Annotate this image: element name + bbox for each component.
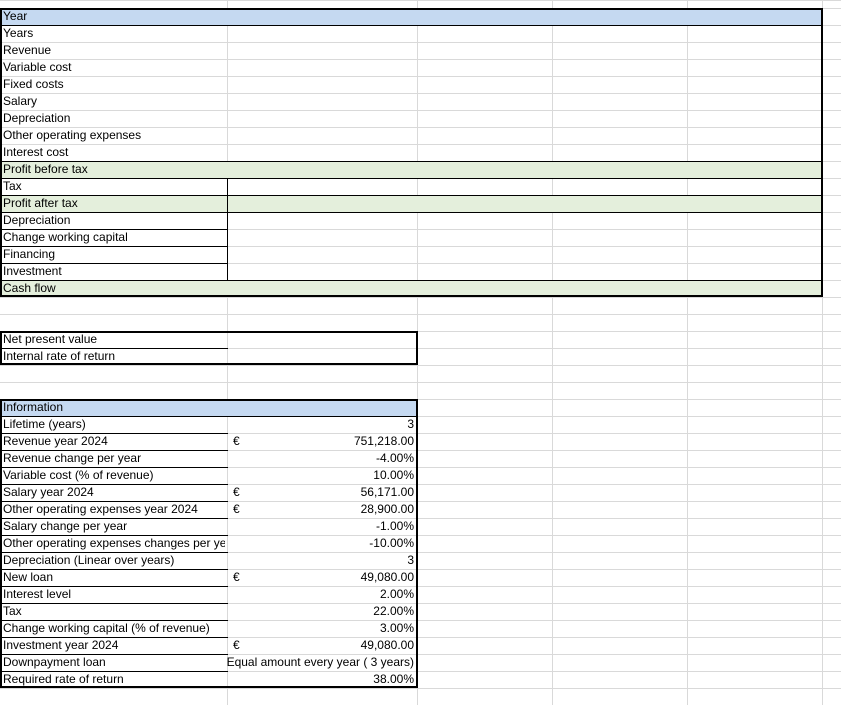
row-value[interactable] bbox=[264, 348, 414, 365]
row-value[interactable]: 49,080.00 bbox=[164, 637, 414, 654]
information-table: Information Lifetime (years) 3 Revenue yea… bbox=[0, 399, 418, 688]
row-label: Depreciation bbox=[3, 213, 70, 227]
row-label: Tax bbox=[3, 604, 22, 618]
row-label: Profit after tax bbox=[3, 196, 78, 210]
row-label: Required rate of return bbox=[3, 672, 124, 686]
row-value[interactable]: 3.00% bbox=[164, 620, 414, 637]
row-label: New loan bbox=[3, 570, 53, 584]
row-value[interactable]: 28,900.00 bbox=[164, 501, 414, 518]
row-label: Variable cost (% of revenue) bbox=[3, 468, 154, 482]
row-value[interactable]: Equal amount every year ( 3 years) bbox=[164, 654, 414, 671]
row-value[interactable]: 38.00% bbox=[164, 671, 414, 688]
row-value[interactable]: 22.00% bbox=[164, 603, 414, 620]
cashflow-table-header[interactable]: Year bbox=[0, 8, 823, 26]
table-row[interactable]: Variable cost bbox=[0, 59, 820, 76]
row-label: Years bbox=[3, 26, 33, 40]
table-row[interactable]: Cash flow bbox=[0, 280, 820, 297]
row-label: Revenue bbox=[3, 43, 51, 57]
spreadsheet: Year Years Revenue Variable cost Fixed cost… bbox=[0, 0, 841, 705]
row-value[interactable]: 49,080.00 bbox=[164, 569, 414, 586]
information-table-header[interactable]: Information bbox=[0, 399, 418, 417]
row-value[interactable]: 56,171.00 bbox=[164, 484, 414, 501]
row-label: Financing bbox=[3, 247, 55, 261]
row-value[interactable]: 2.00% bbox=[164, 586, 414, 603]
row-value[interactable]: -4.00% bbox=[164, 450, 414, 467]
row-label: Downpayment loan bbox=[3, 655, 106, 669]
table-row[interactable]: Fixed costs bbox=[0, 76, 820, 93]
table-row[interactable]: Profit after tax bbox=[0, 195, 820, 212]
row-label: Salary year 2024 bbox=[3, 485, 94, 499]
row-label: Cash flow bbox=[3, 281, 56, 295]
row-label: Net present value bbox=[3, 332, 97, 346]
row-label: Investment year 2024 bbox=[3, 638, 118, 652]
table-row[interactable]: Investment bbox=[0, 263, 820, 280]
row-label: Depreciation bbox=[3, 111, 70, 125]
row-label: Interest level bbox=[3, 587, 71, 601]
table-row[interactable]: Depreciation bbox=[0, 110, 820, 127]
row-label: Fixed costs bbox=[3, 77, 64, 91]
table-row[interactable]: Salary bbox=[0, 93, 820, 110]
row-label: Lifetime (years) bbox=[3, 417, 86, 431]
table-row[interactable]: Years bbox=[0, 25, 820, 42]
cashflow-table-title: Year bbox=[3, 8, 27, 25]
row-label: Revenue change per year bbox=[3, 451, 141, 465]
table-row[interactable]: Internal rate of return bbox=[0, 348, 225, 365]
row-label: Revenue year 2024 bbox=[3, 434, 108, 448]
row-value[interactable]: 10.00% bbox=[164, 467, 414, 484]
table-row[interactable]: Change working capital bbox=[0, 229, 820, 246]
row-label: Interest cost bbox=[3, 145, 68, 159]
table-row[interactable]: Other operating expenses bbox=[0, 127, 820, 144]
table-row[interactable]: Net present value bbox=[0, 331, 225, 348]
row-label: Variable cost bbox=[3, 60, 71, 74]
row-value[interactable]: -1.00% bbox=[164, 518, 414, 535]
row-label: Other operating expenses bbox=[3, 128, 141, 142]
row-label: Salary change per year bbox=[3, 519, 127, 533]
table-row[interactable]: Financing bbox=[0, 246, 820, 263]
row-label: Change working capital bbox=[3, 230, 128, 244]
row-value[interactable]: 3 bbox=[164, 416, 414, 433]
information-table-title: Information bbox=[3, 399, 63, 416]
table-row[interactable]: Revenue bbox=[0, 42, 820, 59]
table-row[interactable]: Tax bbox=[0, 178, 820, 195]
row-label: Profit before tax bbox=[3, 162, 88, 176]
row-value[interactable]: -10.00% bbox=[164, 535, 414, 552]
results-box: Net present value Internal rate of return bbox=[0, 331, 418, 365]
row-value[interactable]: 751,218.00 bbox=[164, 433, 414, 450]
table-row[interactable]: Profit before tax bbox=[0, 161, 820, 178]
table-row[interactable]: Depreciation bbox=[0, 212, 820, 229]
row-value[interactable] bbox=[264, 331, 414, 348]
row-label: Investment bbox=[3, 264, 62, 278]
row-label: Depreciation (Linear over years) bbox=[3, 553, 174, 567]
row-value[interactable]: 3 bbox=[164, 552, 414, 569]
table-row[interactable]: Interest cost bbox=[0, 144, 820, 161]
row-label: Internal rate of return bbox=[3, 349, 115, 363]
cashflow-table: Year Years Revenue Variable cost Fixed cost… bbox=[0, 8, 823, 297]
row-label: Salary bbox=[3, 94, 37, 108]
row-label: Tax bbox=[3, 179, 22, 193]
